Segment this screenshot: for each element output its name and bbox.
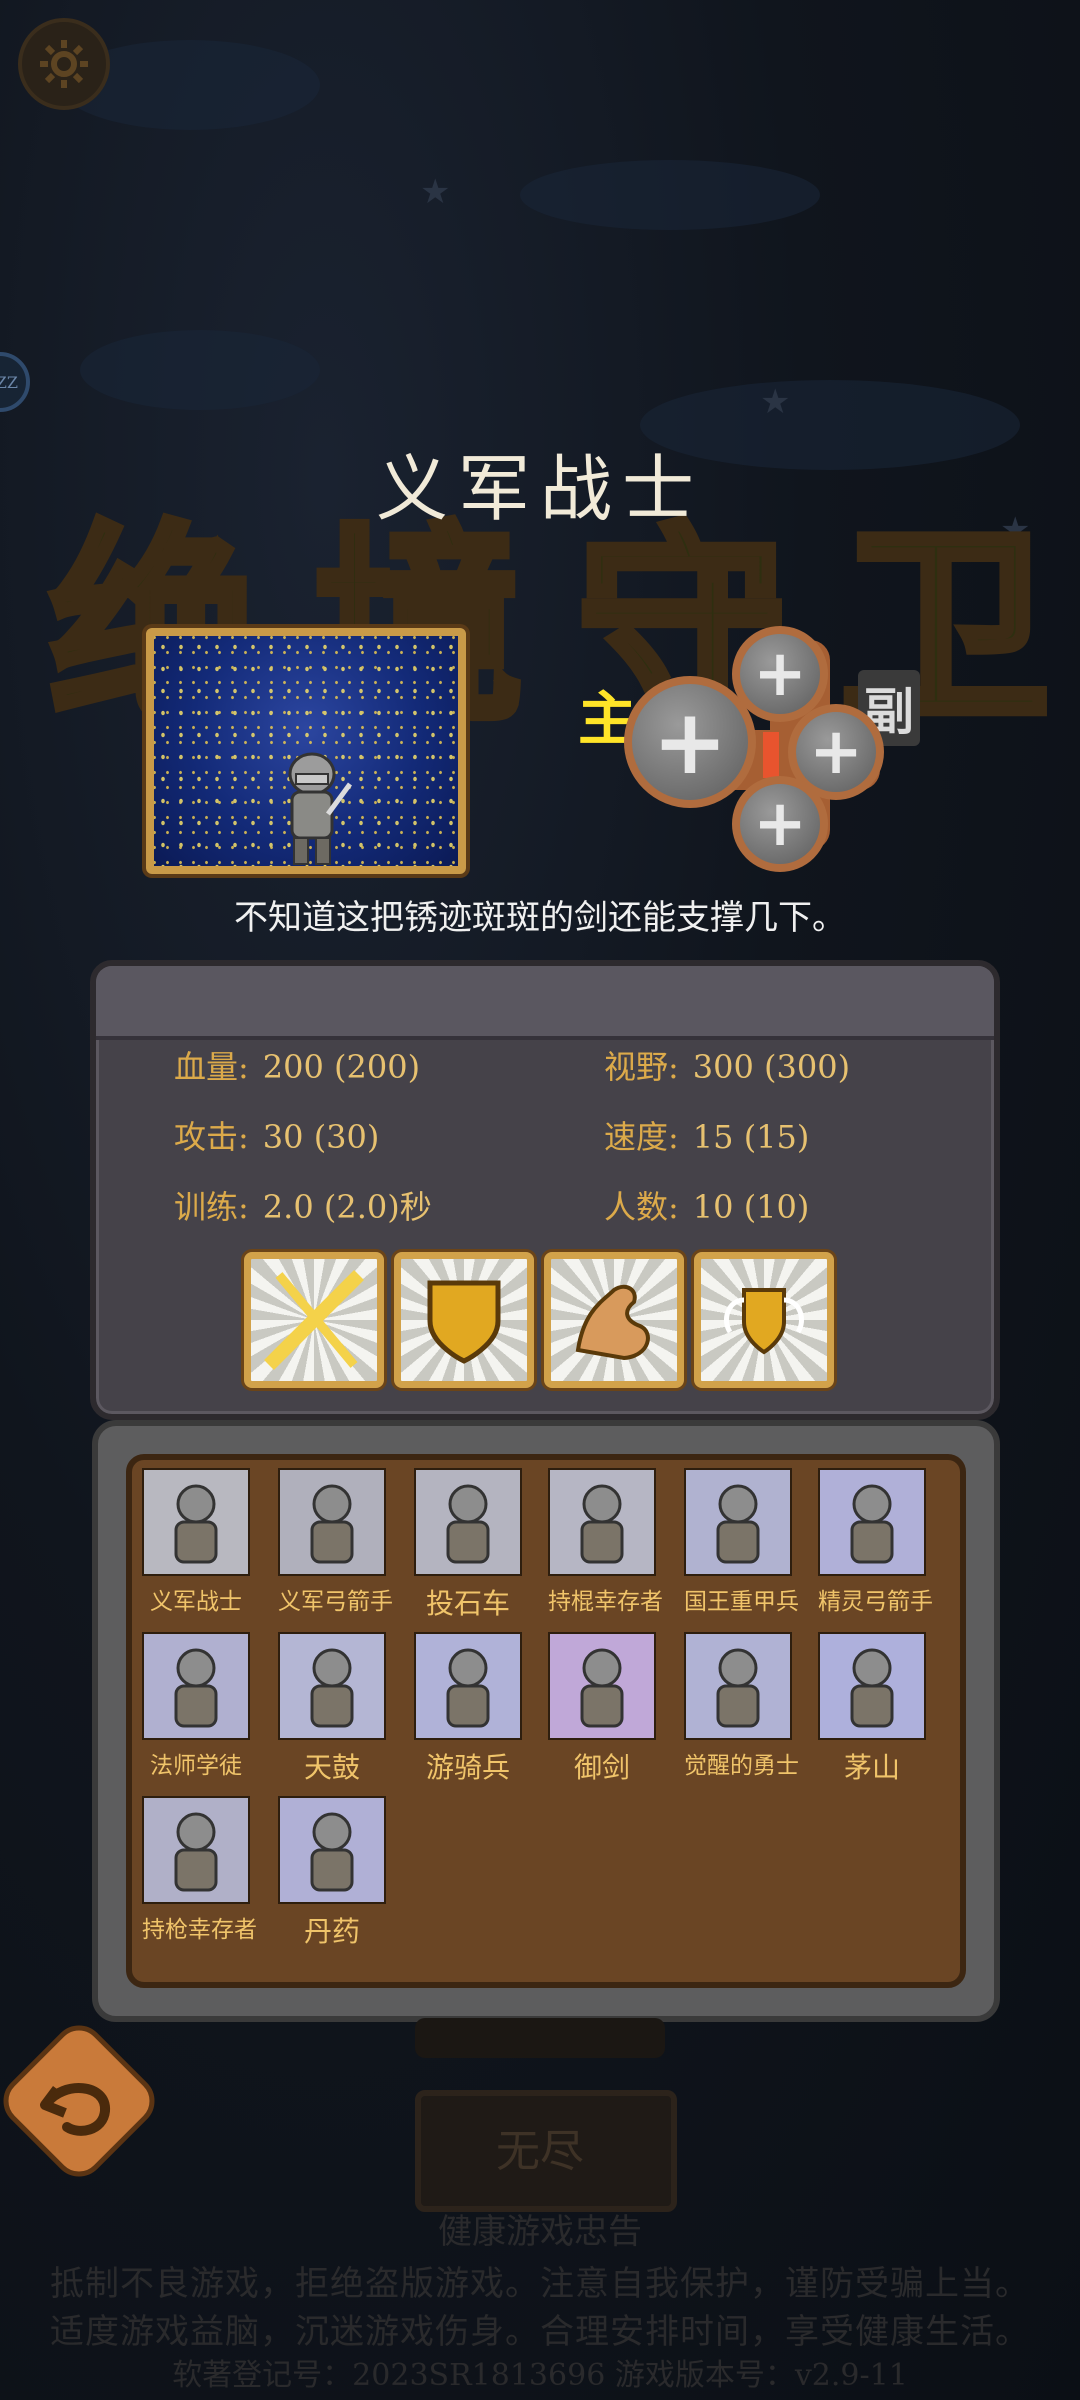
roster-unit-label: 法师学徒	[150, 1753, 242, 1779]
stat-speed-value: 15 (15)	[692, 1118, 810, 1156]
roster-unit-card[interactable]: 天鼓	[278, 1632, 386, 1786]
unit-avatar-icon	[278, 1796, 386, 1904]
undo-arrow-icon	[40, 2083, 110, 2136]
stat-attack: 攻击: 30 (30)	[174, 1112, 379, 1158]
unit-avatar-icon	[548, 1468, 656, 1576]
unit-avatar-icon	[414, 1632, 522, 1740]
unit-avatar-icon	[684, 1632, 792, 1740]
roster-unit-label: 义军弓箭手	[278, 1589, 393, 1615]
stat-count: 人数: 10 (10)	[604, 1182, 809, 1228]
main-weapon-slot-button[interactable]: +	[624, 676, 756, 808]
unit-name: 义军战士	[375, 447, 704, 531]
stat-speed: 速度: 15 (15)	[604, 1112, 809, 1158]
muscle-skill-icon	[575, 1284, 650, 1361]
skill-slot[interactable]	[244, 1252, 384, 1388]
bg-star: ★	[420, 172, 451, 212]
stat-hp: 血量: 200 (200)	[174, 1042, 420, 1088]
unit-avatar-icon	[414, 1468, 522, 1576]
roster-unit-card[interactable]: 精灵弓箭手	[818, 1468, 933, 1616]
version-info: 软著登记号：2023SR1813696 游戏版本号：v2.9-11	[172, 2358, 908, 2393]
roster-unit-card[interactable]: 游骑兵	[414, 1632, 522, 1786]
roster-unit-card[interactable]: 觉醒的勇士	[684, 1632, 799, 1780]
roster-unit-card[interactable]: 义军战士	[142, 1468, 250, 1616]
unit-avatar-icon	[142, 1632, 250, 1740]
sub-weapon-slot-top-button[interactable]: +	[732, 626, 828, 722]
stat-speed-label: 速度:	[604, 1118, 679, 1156]
roster-unit-label: 游骑兵	[425, 1751, 510, 1784]
unit-avatar-icon	[278, 1468, 386, 1576]
gear-icon	[40, 40, 88, 88]
roster-unit-card[interactable]: 茅山	[818, 1632, 926, 1786]
back-button[interactable]	[0, 2014, 166, 2188]
unit-portrait	[146, 628, 466, 874]
stat-attack-label: 攻击:	[174, 1118, 249, 1156]
stat-vision-value: 300 (300)	[692, 1048, 851, 1086]
stat-train: 训练: 2.0 (2.0)秒	[174, 1182, 432, 1228]
endless-button-label: 无尽	[496, 2126, 584, 2177]
skill-slot[interactable]	[694, 1252, 834, 1388]
roster-unit-label: 觉醒的勇士	[684, 1753, 799, 1779]
unit-avatar-icon	[818, 1632, 926, 1740]
slash-skill-icon	[264, 1270, 364, 1370]
stat-vision: 视野: 300 (300)	[604, 1042, 850, 1088]
bg-cloud	[520, 160, 820, 230]
roster-unit-card[interactable]: 投石车	[414, 1468, 522, 1622]
skill-slot[interactable]	[394, 1252, 534, 1388]
health-advisory-title: 健康游戏忠告	[438, 2212, 642, 2252]
roster-unit-label: 持枪幸存者	[142, 1917, 257, 1943]
skill-slot[interactable]	[544, 1252, 684, 1388]
unit-avatar-icon	[818, 1468, 926, 1576]
roster-unit-card[interactable]: 义军弓箭手	[278, 1468, 393, 1616]
side-badge-button[interactable]: ZZ	[0, 352, 30, 412]
stat-train-value: 2.0 (2.0)秒	[262, 1188, 432, 1226]
roster-unit-label: 义军战士	[150, 1589, 242, 1615]
roster-unit-card[interactable]: 国王重甲兵	[684, 1468, 799, 1616]
winged-shield-skill-icon	[724, 1288, 804, 1355]
roster-unit-card[interactable]: 持枪幸存者	[142, 1796, 257, 1944]
side-badge-text: ZZ	[0, 372, 18, 392]
roster-unit-label: 御剑	[573, 1751, 630, 1784]
roster-unit-card[interactable]: 丹药	[278, 1796, 386, 1950]
roster-unit-card[interactable]: 持棍幸存者	[548, 1468, 663, 1616]
unit-avatar-icon	[142, 1468, 250, 1576]
roster-unit-label: 天鼓	[303, 1751, 360, 1784]
unit-avatar-icon	[278, 1632, 386, 1740]
bg-star: ★	[760, 382, 791, 422]
stat-count-value: 10 (10)	[692, 1188, 810, 1226]
roster-unit-card[interactable]: 御剑	[548, 1632, 656, 1786]
soldier-icon	[288, 752, 352, 865]
health-advisory-line: 适度游戏益脑，沉迷游戏伤身。合理安排时间，享受健康生活。	[50, 2312, 1030, 2352]
stat-count-label: 人数:	[604, 1188, 679, 1226]
stat-train-label: 训练:	[174, 1188, 249, 1226]
roster-unit-label: 持棍幸存者	[548, 1589, 663, 1615]
bg-cloud	[80, 330, 320, 410]
roster-unit-label: 丹药	[303, 1915, 360, 1948]
settings-button[interactable]	[18, 18, 110, 110]
skill-row	[244, 1252, 834, 1388]
stat-attack-value: 30 (30)	[262, 1118, 380, 1156]
sub-weapon-slot-bottom-button[interactable]: +	[732, 776, 828, 872]
roster-unit-label: 投石车	[425, 1587, 510, 1620]
health-advisory-line: 抵制不良游戏，拒绝盗版游戏。注意自我保护，谨防受骗上当。	[50, 2264, 1030, 2304]
roster-unit-label: 茅山	[843, 1751, 900, 1784]
endless-button-shadow	[415, 2018, 665, 2058]
unit-avatar-icon	[142, 1796, 250, 1904]
roster-unit-card[interactable]: 法师学徒	[142, 1632, 250, 1780]
unit-description: 不知道这把锈迹斑斑的剑还能支撑几下。	[234, 898, 846, 938]
shield-skill-icon	[427, 1280, 501, 1364]
unit-avatar-icon	[548, 1632, 656, 1740]
roster-unit-label: 国王重甲兵	[684, 1589, 799, 1615]
stats-panel-header	[96, 966, 994, 1040]
stat-hp-value: 200 (200)	[262, 1048, 421, 1086]
roster-unit-label: 精灵弓箭手	[818, 1589, 933, 1615]
stat-hp-label: 血量:	[174, 1048, 249, 1086]
unit-avatar-icon	[684, 1468, 792, 1576]
stat-vision-label: 视野:	[604, 1048, 679, 1086]
